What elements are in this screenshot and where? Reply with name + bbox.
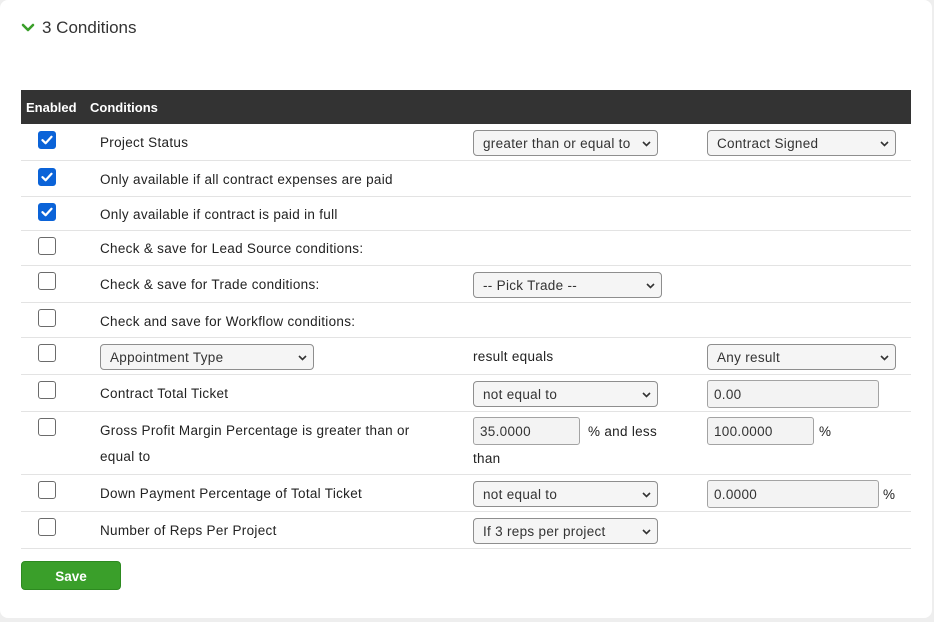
gross-profit-max-input[interactable]: 100.0000	[707, 417, 814, 445]
appointment-result-select[interactable]: Any result	[707, 344, 896, 370]
checkbox-paid-in-full[interactable]	[38, 203, 56, 221]
row-trade: Check & save for Trade conditions: -- Pi…	[21, 266, 911, 303]
chevron-down-icon	[642, 392, 651, 398]
row-expenses-paid: Only available if all contract expenses …	[21, 161, 911, 197]
label-workflow: Check and save for Workflow conditions:	[100, 314, 356, 329]
down-payment-input[interactable]: 0.0000	[707, 480, 879, 508]
appointment-type-select[interactable]: Appointment Type	[100, 344, 314, 370]
checkmark-icon	[41, 172, 53, 182]
and-less-text: % and less	[588, 424, 658, 439]
table-header: Enabled Conditions	[21, 90, 911, 124]
label-gross-profit-line2: equal to	[100, 449, 151, 464]
chevron-down-icon	[646, 283, 655, 289]
checkbox-workflow[interactable]	[38, 309, 56, 327]
checkbox-project-status[interactable]	[38, 131, 56, 149]
project-status-operator-select[interactable]: greater than or equal to	[473, 130, 658, 156]
contract-total-input[interactable]: 0.00	[707, 380, 879, 408]
select-value: If 3 reps per project	[483, 524, 606, 539]
section-toggle[interactable]: 3 Conditions	[21, 18, 137, 38]
checkmark-icon	[41, 207, 53, 217]
label-reps: Number of Reps Per Project	[100, 523, 277, 538]
chevron-down-icon	[21, 23, 35, 32]
chevron-down-icon	[880, 355, 889, 361]
select-value: -- Pick Trade --	[483, 278, 578, 293]
checkbox-appointment[interactable]	[38, 344, 56, 362]
select-value: Appointment Type	[110, 350, 224, 365]
project-status-value-select[interactable]: Contract Signed	[707, 130, 896, 156]
row-gross-profit: Gross Profit Margin Percentage is greate…	[21, 412, 911, 475]
row-project-status: Project Status greater than or equal to …	[21, 124, 911, 161]
label-contract-total: Contract Total Ticket	[100, 386, 229, 401]
checkbox-lead-source[interactable]	[38, 237, 56, 255]
chevron-down-icon	[298, 355, 307, 361]
chevron-down-icon	[642, 141, 651, 147]
down-payment-operator-select[interactable]: not equal to	[473, 481, 658, 507]
label-lead-source: Check & save for Lead Source conditions:	[100, 241, 364, 256]
than-text: than	[473, 451, 501, 466]
chevron-down-icon	[880, 141, 889, 147]
trade-select[interactable]: -- Pick Trade --	[473, 272, 662, 298]
label-paid-in-full: Only available if contract is paid in fu…	[100, 207, 338, 222]
label-down-payment: Down Payment Percentage of Total Ticket	[100, 486, 363, 501]
row-down-payment: Down Payment Percentage of Total Ticket …	[21, 475, 911, 512]
chevron-down-icon	[642, 529, 651, 535]
checkmark-icon	[41, 135, 53, 145]
checkbox-gross-profit[interactable]	[38, 418, 56, 436]
checkbox-expenses-paid[interactable]	[38, 168, 56, 186]
label-project-status: Project Status	[100, 135, 189, 150]
row-lead-source: Check & save for Lead Source conditions:	[21, 231, 911, 266]
checkbox-trade[interactable]	[38, 272, 56, 290]
checkbox-reps[interactable]	[38, 518, 56, 536]
col-conditions-header: Conditions	[90, 100, 158, 115]
col-enabled-header: Enabled	[26, 100, 77, 115]
checkbox-down-payment[interactable]	[38, 481, 56, 499]
label-trade: Check & save for Trade conditions:	[100, 277, 320, 292]
label-gross-profit-line1: Gross Profit Margin Percentage is greate…	[100, 423, 410, 438]
chevron-down-icon	[642, 492, 651, 498]
result-equals-text: result equals	[473, 349, 554, 364]
select-value: Any result	[717, 350, 781, 365]
percent-unit: %	[819, 424, 832, 439]
select-value: greater than or equal to	[483, 136, 631, 151]
row-contract-total: Contract Total Ticket not equal to 0.00	[21, 375, 911, 412]
checkbox-contract-total[interactable]	[38, 381, 56, 399]
select-value: not equal to	[483, 487, 558, 502]
gross-profit-min-input[interactable]: 35.0000	[473, 417, 580, 445]
row-paid-in-full: Only available if contract is paid in fu…	[21, 197, 911, 231]
section-title: 3 Conditions	[42, 18, 137, 37]
percent-unit: %	[883, 487, 896, 502]
row-reps: Number of Reps Per Project If 3 reps per…	[21, 512, 911, 549]
label-expenses-paid: Only available if all contract expenses …	[100, 172, 393, 187]
select-value: not equal to	[483, 387, 558, 402]
contract-total-operator-select[interactable]: not equal to	[473, 381, 658, 407]
row-workflow: Check and save for Workflow conditions:	[21, 303, 911, 338]
reps-select[interactable]: If 3 reps per project	[473, 518, 658, 544]
row-appointment: Appointment Type result equals Any resul…	[21, 338, 911, 375]
conditions-panel: 3 Conditions Enabled Conditions Project …	[0, 0, 932, 618]
save-button[interactable]: Save	[21, 561, 121, 590]
select-value: Contract Signed	[717, 136, 819, 151]
